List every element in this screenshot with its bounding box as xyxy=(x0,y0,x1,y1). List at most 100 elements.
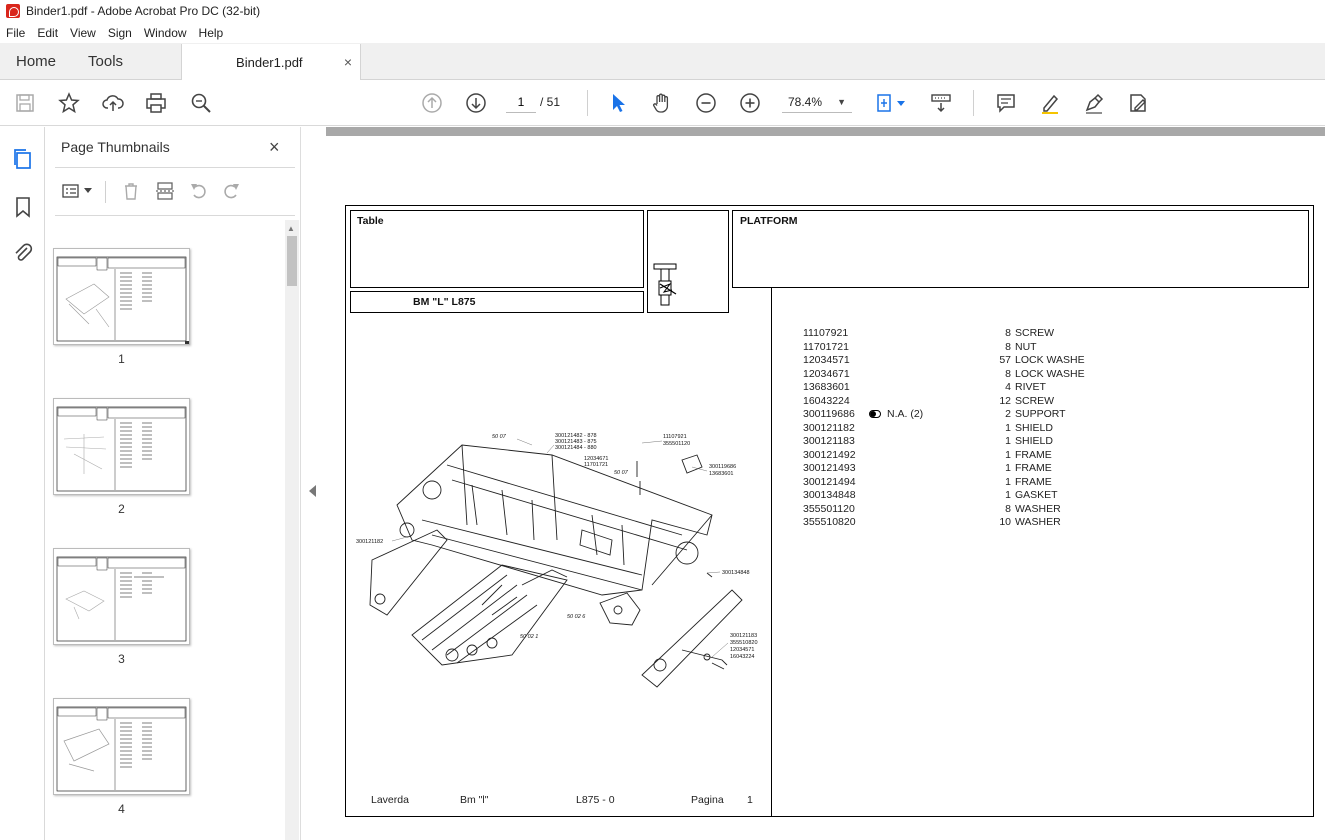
print-icon[interactable] xyxy=(144,91,168,115)
viewer-top-edge xyxy=(326,127,1325,136)
page-number-input[interactable] xyxy=(506,91,536,113)
zoom-out-icon[interactable] xyxy=(694,91,718,115)
window-title: Binder1.pdf - Adobe Acrobat Pro DC (32-b… xyxy=(26,4,261,18)
model-box xyxy=(350,291,644,313)
bookmark-icon[interactable] xyxy=(11,195,35,219)
exploded-diagram: 50 07 300121482 - 878 300121483 - 875 30… xyxy=(356,433,758,688)
scroll-up-icon[interactable]: ▲ xyxy=(287,224,295,233)
scroll-mode-icon[interactable] xyxy=(929,91,953,115)
part-description: WASHER xyxy=(1015,516,1061,528)
part-description: SHIELD xyxy=(1015,421,1053,434)
parts-list: 11107921 8 SCREW 11701721 8 NUT 12034571 57 LOCK… xyxy=(803,327,1123,530)
part-quantity: 8 xyxy=(1005,367,1011,380)
table-row: 300119686 N.A. (2) 2 SUPPORT xyxy=(803,408,1123,422)
tab-tools[interactable]: Tools xyxy=(72,43,139,79)
page-thumbnail-1[interactable] xyxy=(53,248,190,345)
toolbar-separator xyxy=(973,90,974,116)
select-cursor-icon[interactable] xyxy=(606,91,630,115)
tab-bar: Home Tools Binder1.pdf × xyxy=(0,43,1325,80)
page-thumbnail-4[interactable] xyxy=(53,698,190,795)
part-note-text: N.A. (2) xyxy=(887,408,924,420)
options-menu-icon[interactable] xyxy=(61,181,81,201)
tab-document[interactable]: Binder1.pdf × xyxy=(181,44,362,80)
callout-label: 355501120 xyxy=(663,441,690,447)
thumbnail-label: 3 xyxy=(118,652,125,666)
find-zoom-icon[interactable] xyxy=(189,91,213,115)
table-row: 300121493 1 FRAME xyxy=(803,462,1123,476)
attachment-icon[interactable] xyxy=(11,241,35,265)
comment-icon[interactable] xyxy=(994,91,1018,115)
valve-logo-icon xyxy=(653,263,677,306)
zoom-in-icon[interactable] xyxy=(738,91,762,115)
title-bar: Binder1.pdf - Adobe Acrobat Pro DC (32-b… xyxy=(0,0,1325,22)
thumbnails-scrollbar[interactable] xyxy=(285,220,299,840)
part-description: GASKET xyxy=(1015,489,1058,501)
part-quantity: 1 xyxy=(1005,421,1011,434)
sign-pen-icon[interactable] xyxy=(1082,91,1106,115)
rotate-right-icon[interactable] xyxy=(221,181,241,201)
part-description: FRAME xyxy=(1015,462,1052,474)
callout-label: 355510820 xyxy=(730,640,758,646)
divider xyxy=(105,181,106,203)
part-number: 300134848 xyxy=(803,489,856,501)
chevron-down-icon[interactable] xyxy=(83,185,93,195)
next-page-icon[interactable] xyxy=(464,91,488,115)
panel-splitter[interactable] xyxy=(300,127,326,840)
upload-cloud-icon[interactable] xyxy=(101,91,125,115)
callout-label: 16043224 xyxy=(730,654,754,660)
menu-edit[interactable]: Edit xyxy=(31,26,64,40)
divider xyxy=(55,167,295,168)
delete-page-icon[interactable] xyxy=(121,181,141,201)
document-tab-label: Binder1.pdf xyxy=(236,54,303,70)
footer-page-number: 1 xyxy=(747,794,753,806)
part-description: LOCK WASHE xyxy=(1015,367,1085,380)
part-description: RIVET xyxy=(1015,381,1046,393)
star-icon[interactable] xyxy=(57,91,81,115)
menu-help[interactable]: Help xyxy=(193,26,230,40)
menu-file[interactable]: File xyxy=(0,26,31,40)
table-row: 300134848 1 GASKET xyxy=(803,489,1123,503)
page-thumbnail-3[interactable] xyxy=(53,548,190,645)
menu-sign[interactable]: Sign xyxy=(102,26,138,40)
part-quantity: 2 xyxy=(1005,408,1011,420)
part-quantity: 1 xyxy=(1005,448,1011,461)
footer-code: L875 - 0 xyxy=(576,794,615,806)
table-header-box xyxy=(350,210,644,288)
close-panel-icon[interactable]: × xyxy=(269,137,280,158)
table-row: 16043224 12 SCREW xyxy=(803,395,1123,409)
close-tab-icon[interactable]: × xyxy=(344,54,352,70)
rotate-left-icon[interactable] xyxy=(189,181,209,201)
fit-page-icon[interactable] xyxy=(873,91,897,115)
callout-label: 50 02 6 xyxy=(567,614,586,620)
page-total: / 51 xyxy=(540,95,561,109)
menu-view[interactable]: View xyxy=(64,26,102,40)
tab-home[interactable]: Home xyxy=(0,43,72,79)
table-row: 12034671 8 LOCK WASHE xyxy=(803,368,1123,382)
callout-label: 300121182 xyxy=(356,539,383,545)
page-thumbnails-icon[interactable] xyxy=(11,147,35,171)
part-quantity: 57 xyxy=(999,354,1011,366)
callout-label: 300121183 xyxy=(730,633,757,639)
title-box xyxy=(732,210,1309,288)
insert-pages-icon[interactable] xyxy=(155,181,175,201)
part-quantity: 1 xyxy=(1005,462,1011,474)
hand-tool-icon[interactable] xyxy=(650,91,674,115)
highlight-pen-icon[interactable] xyxy=(1038,91,1062,115)
part-note: N.A. (2) xyxy=(869,408,923,420)
chevron-down-icon[interactable] xyxy=(895,91,907,115)
scrollbar-thumb[interactable] xyxy=(287,236,297,286)
edit-pdf-icon[interactable] xyxy=(1126,91,1150,115)
page-thumbnail-2[interactable] xyxy=(53,398,190,495)
previous-page-icon[interactable] xyxy=(420,91,444,115)
part-number: 300119686 xyxy=(803,408,855,420)
left-rail xyxy=(0,127,45,840)
zoom-select[interactable]: 78.4% ▼ xyxy=(782,91,852,113)
panel-title: Page Thumbnails xyxy=(61,139,170,155)
callout-label: 50 02 1 xyxy=(520,634,538,640)
part-number: 11701721 xyxy=(803,340,849,353)
callout-label: 12034571 xyxy=(730,647,754,653)
menu-window[interactable]: Window xyxy=(138,26,193,40)
save-icon[interactable] xyxy=(13,91,37,115)
callout-label: 300134848 xyxy=(722,570,750,576)
collapse-panel-icon[interactable] xyxy=(309,485,316,497)
